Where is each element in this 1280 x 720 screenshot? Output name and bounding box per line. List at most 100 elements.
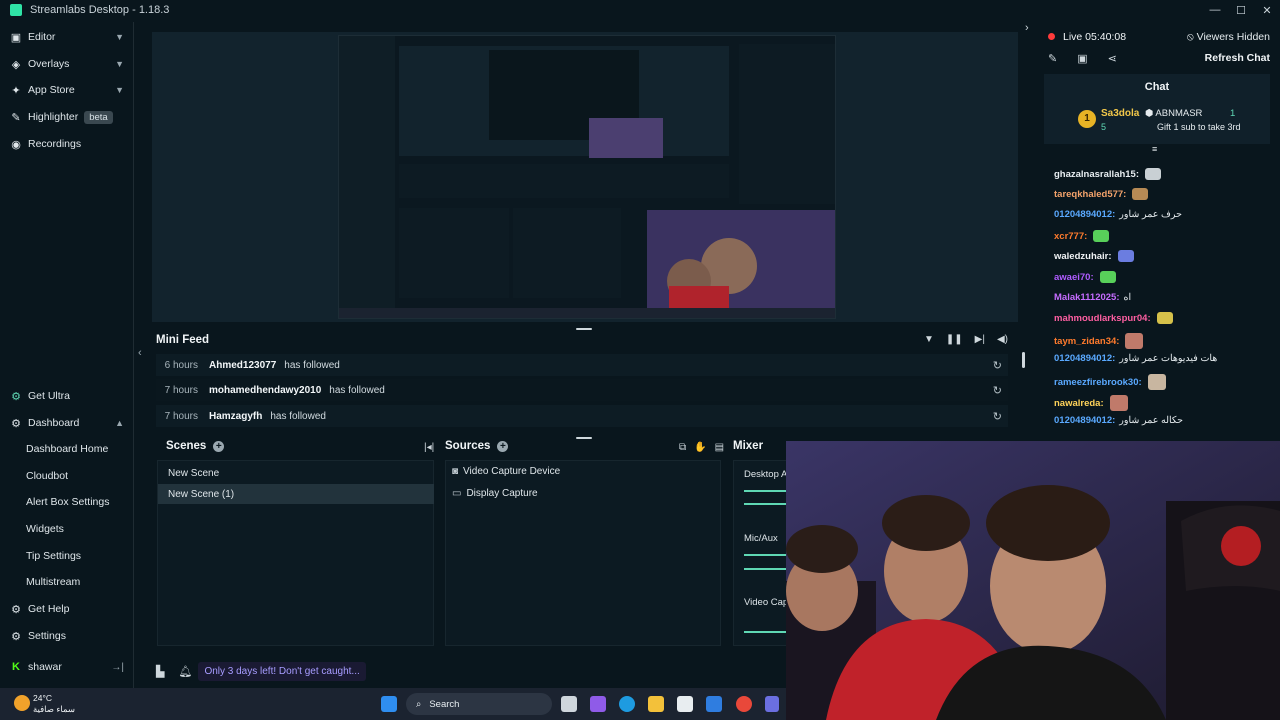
notification-icon[interactable]: 🔔︎ [178,665,192,678]
emote-icon [1156,312,1173,324]
emote-icon [1093,230,1110,242]
scene-item[interactable]: New Scene [158,463,434,483]
search-icon: ⌕ [416,698,422,710]
sidebar-item-alert-box-settings[interactable]: Alert Box Settings [26,496,109,508]
sidebar-item-get-help[interactable]: ⚙ Get Help [0,597,134,621]
edit-icon[interactable]: ✎ [1048,52,1057,65]
emote-icon [1132,188,1149,200]
source-item[interactable]: ▭ Display Capture [452,488,538,499]
add-scene-button[interactable]: + [213,440,225,452]
sidebar-item-app-store[interactable]: ✦ App Store ▼ [0,78,134,102]
emote-icon [1145,168,1162,180]
emote-icon [1099,271,1116,283]
volume-icon[interactable]: ◀) [997,334,1008,345]
scenes-list: New Scene New Scene (1) [157,460,434,646]
overlays-icon: ◈ [11,58,21,71]
pause-icon[interactable]: ❚❚ [946,334,963,345]
sidebar-item-get-ultra[interactable]: ⚙ Get Ultra [0,384,134,408]
leader-name: Sa3dola [1101,108,1140,119]
group-icon[interactable]: ⧉ [679,442,686,453]
task-view-icon[interactable] [561,696,577,712]
chevron-right-icon[interactable]: › [1025,22,1029,34]
sidebar-item-editor[interactable]: ▣ Editor ▼ [0,25,134,49]
chevron-down-icon: ▼ [115,32,124,42]
sidebar-item-overlays[interactable]: ◈ Overlays ▼ [0,52,134,76]
mixer-panel: Desktop A Mic/Aux Video Cap [733,460,794,646]
source-item[interactable]: ◙ Video Capture Device [452,466,560,477]
gear-icon: ⚙ [11,630,21,643]
store-icon[interactable] [677,696,693,712]
recordings-icon: ◉ [11,138,21,151]
sources-header: Sources + [445,440,509,452]
repeat-alert-icon[interactable]: ↻ [993,410,1002,423]
mail-icon[interactable] [706,696,722,712]
sidebar-item-recordings[interactable]: ◉ Recordings [0,132,134,156]
chevron-down-icon: ▼ [115,85,124,95]
chat-header: Chat [1044,74,1270,100]
kick-logo-icon: K [12,661,20,673]
weather-widget[interactable]: 24°C سماء صافية [33,693,75,715]
hand-icon[interactable]: ✋ [694,442,706,453]
chrome-icon[interactable] [736,696,752,712]
feed-row: 6 hours Ahmed123077 has followed ↻ [156,354,1008,376]
close-icon[interactable]: ✕ [1254,0,1280,20]
edge-browser-icon[interactable] [619,696,635,712]
sidebar-item-cloudbot[interactable]: Cloudbot [26,470,68,482]
windows-start-icon[interactable] [381,696,397,712]
gift-leaderboard: 1 Sa3dola 5 ⬢ ABNMASR 1 Gift 1 sub to ta… [1044,100,1270,144]
mixer-header: Mixer [733,440,764,452]
webcam-overlay [786,441,1280,720]
skip-icon[interactable]: ▶| [975,334,985,345]
teams-icon[interactable] [765,696,779,712]
sidebar-item-multistream[interactable]: Multistream [26,576,80,588]
sidebar-item-tip-settings[interactable]: Tip Settings [26,550,81,562]
chat-message: tareqkhaled577: [1054,188,1149,200]
collapse-sidebar-icon[interactable]: ‹ [138,347,142,359]
scene-collapse-icon[interactable]: |◂| [424,442,434,453]
sidebar-item-dashboard[interactable]: ⚙ Dashboard ▲ [0,411,134,435]
viewers-toggle[interactable]: ⦸ Viewers Hidden [1187,31,1270,44]
file-explorer-icon[interactable] [648,696,664,712]
taskbar-search[interactable]: ⌕ Search [406,693,552,715]
repeat-alert-icon[interactable]: ↻ [993,384,1002,397]
sidebar-user[interactable]: K shawar →| [0,655,134,679]
mini-feed-title: Mini Feed [156,334,210,346]
dashboard-card-icon[interactable]: ▣ [1077,52,1087,65]
rank-badge: 1 [1078,110,1096,128]
emote-icon [1117,250,1134,262]
scene-item[interactable]: New Scene (1) [158,484,434,504]
chat-panel: Live 05:40:08 ⦸ Viewers Hidden ✎ ▣ ⋖ Ref… [1034,22,1280,442]
logout-icon[interactable]: →| [111,662,124,673]
promo-banner[interactable]: Only 3 days left! Don't get caught... [198,661,366,681]
sources-list: ◙ Video Capture Device ▭ Display Capture [445,460,721,646]
chat-message: ghazalnasrallah15: [1054,168,1162,180]
filter-icon[interactable]: ▼ [924,334,934,345]
scenes-header: Scenes + [166,440,225,452]
sidebar-item-highlighter[interactable]: ✎ Highlighter beta [0,105,134,129]
eye-off-icon: ⦸ [1186,31,1197,43]
mixer-channel-label: Video Cap [744,597,789,608]
feed-row: 7 hours Hamzagyfh has followed ↻ [156,405,1008,427]
webcam-feed-image [786,441,1280,720]
folder-icon[interactable]: ▤ [715,442,724,453]
emote-icon [1125,333,1144,349]
scrollbar[interactable] [1022,352,1025,368]
window-title: Streamlabs Desktop - 1.18.3 [30,4,170,16]
preview-canvas[interactable] [338,35,836,319]
sidebar-item-widgets[interactable]: Widgets [26,523,64,535]
repeat-alert-icon[interactable]: ↻ [993,359,1002,372]
sidebar-item-settings[interactable]: ⚙ Settings [0,624,134,648]
minimize-icon[interactable]: — [1202,0,1228,20]
resize-handle[interactable] [576,437,592,439]
sidebar-item-dashboard-home[interactable]: Dashboard Home [26,443,108,455]
add-source-button[interactable]: + [497,440,509,452]
maximize-icon[interactable]: ☐ [1228,0,1254,20]
emote-icon [1147,374,1166,390]
chat-message: 01204894012: هات فيديوهات عمر شاور [1054,353,1218,364]
performance-icon[interactable]: ▙ [156,665,164,678]
share-icon[interactable]: ⋖ [1108,52,1117,65]
weather-sun-icon[interactable] [14,695,30,711]
live-indicator-icon [1048,33,1055,40]
copilot-icon[interactable] [590,696,606,712]
refresh-chat-button[interactable]: Refresh Chat [1205,52,1270,64]
